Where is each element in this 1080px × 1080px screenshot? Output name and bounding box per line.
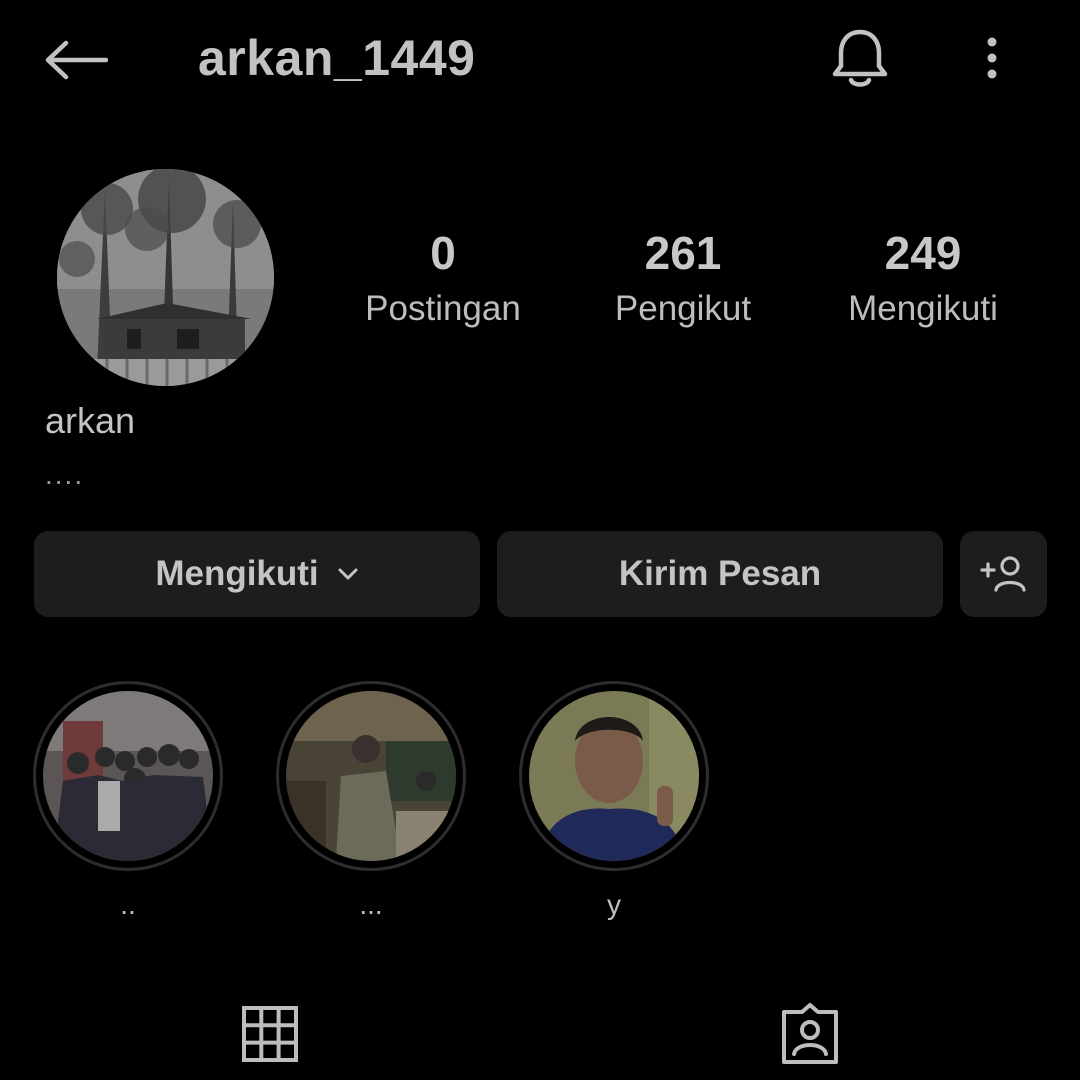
story-highlight[interactable] [33, 681, 223, 871]
more-options-icon[interactable] [970, 30, 1014, 90]
display-name: arkan [45, 400, 136, 441]
highlight-label: .. [120, 889, 136, 920]
highlight-thumbnail [286, 691, 456, 861]
grid-icon[interactable] [240, 1004, 300, 1064]
followers-label: Pengikut [614, 289, 752, 328]
followers-count: 261 [644, 227, 722, 279]
following-button-label: Mengikuti [155, 554, 319, 593]
profile-bio: .... [45, 459, 85, 490]
story-highlight[interactable] [519, 681, 709, 871]
chevron-down-icon [337, 567, 359, 581]
following-label: Mengikuti [848, 289, 998, 328]
following-button[interactable]: Mengikuti [34, 531, 480, 617]
back-arrow-icon[interactable] [40, 30, 112, 90]
following-count: 249 [884, 227, 962, 279]
highlight-label: ... [359, 889, 383, 920]
posts-count: 0 [430, 227, 456, 279]
add-user-button[interactable] [960, 531, 1047, 617]
profile-username: arkan_1449 [198, 30, 476, 86]
profile-avatar[interactable] [57, 169, 274, 386]
stat-following[interactable]: 249 Mengikuti [803, 222, 1043, 334]
highlight-thumbnail [43, 691, 213, 861]
send-message-button[interactable]: Kirim Pesan [497, 531, 943, 617]
bell-icon[interactable] [826, 26, 894, 92]
add-user-icon [979, 554, 1029, 594]
highlight-thumbnail [529, 691, 699, 861]
story-highlight[interactable] [276, 681, 466, 871]
posts-label: Postingan [365, 289, 521, 328]
highlight-label: y [607, 889, 621, 920]
send-message-label: Kirim Pesan [618, 554, 822, 593]
stat-posts[interactable]: 0 Postingan [323, 222, 563, 334]
tagged-person-icon[interactable] [778, 1002, 842, 1066]
stat-followers[interactable]: 261 Pengikut [563, 222, 803, 334]
